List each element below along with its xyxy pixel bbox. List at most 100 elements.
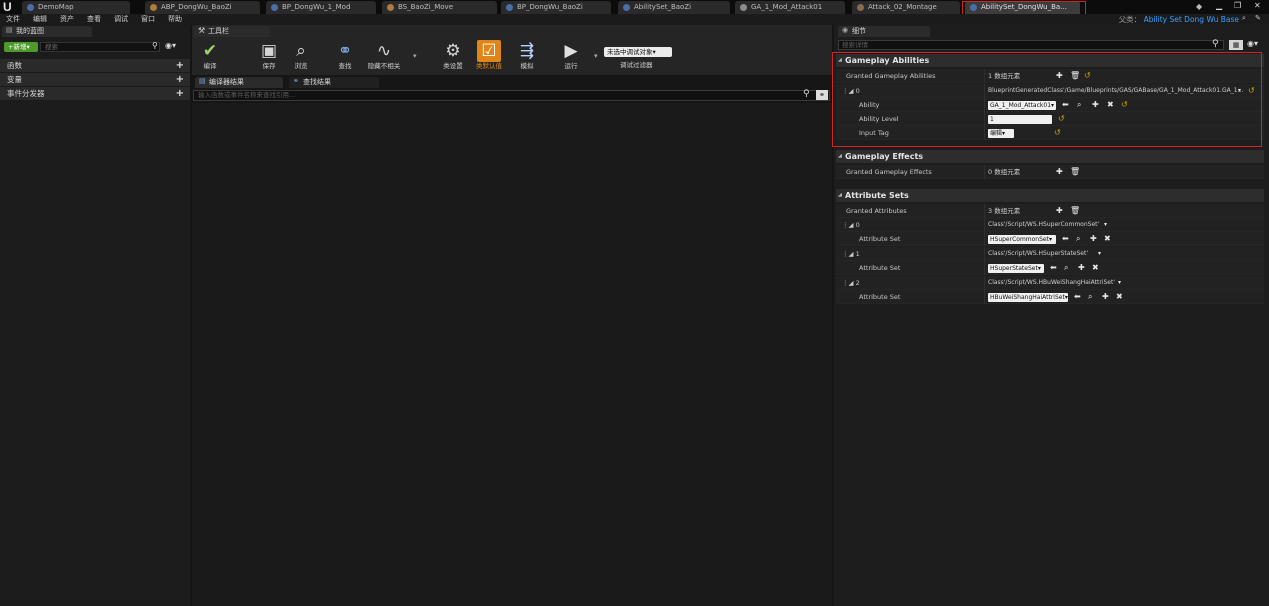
- add-function-icon[interactable]: +: [176, 59, 184, 72]
- blueprint-tab-icon: ▤: [6, 26, 13, 34]
- section-functions[interactable]: 函数 +: [0, 59, 190, 73]
- chevron-down-icon[interactable]: ▾: [1118, 277, 1121, 289]
- blendspace-icon: [387, 4, 394, 11]
- doc-tab[interactable]: Attack_02_Montage: [852, 1, 960, 14]
- menu-edit[interactable]: 编辑: [33, 14, 47, 25]
- add-variable-icon[interactable]: +: [176, 73, 184, 86]
- browse-button[interactable]: ⌕ 浏览: [284, 40, 318, 72]
- play-icon: ▶: [564, 41, 578, 61]
- debug-object-select[interactable]: 未选中调试对象▾: [604, 47, 672, 57]
- chevron-down-icon[interactable]: ▾: [1098, 248, 1101, 260]
- wrench-icon: ⚒: [198, 26, 206, 35]
- granted-effects-row: Granted Gameplay Effects 0 数组元素 ✚ 🗑: [836, 165, 1264, 179]
- use-selected-icon[interactable]: ⬅: [1074, 291, 1081, 303]
- map-icon: [27, 4, 34, 11]
- doc-tab[interactable]: BP_DongWu_1_Mod: [266, 1, 376, 14]
- browse-icon[interactable]: ⌕: [1242, 14, 1246, 23]
- find-results-tab[interactable]: ⚭ 查找结果: [289, 77, 379, 88]
- find-in-all-blueprints-icon[interactable]: ⚭: [816, 90, 828, 100]
- close-icon[interactable]: ✕: [1254, 1, 1261, 10]
- use-selected-icon[interactable]: ⬅: [1062, 233, 1069, 245]
- section-variables[interactable]: 变量 +: [0, 73, 190, 87]
- search-icon: ⚲: [1212, 39, 1219, 49]
- search-icon[interactable]: ⚲: [803, 89, 810, 99]
- class-settings-button[interactable]: ⚙ 类设置: [436, 40, 470, 72]
- add-new-button[interactable]: +新增▾: [4, 42, 38, 52]
- results-area: [192, 103, 832, 606]
- unreal-logo-icon[interactable]: U: [3, 0, 19, 14]
- compile-icon: ✔: [202, 41, 218, 61]
- browse-asset-icon[interactable]: ⌕: [1088, 291, 1092, 303]
- attribute-element-row: ⋮◢ 2 Class'/Script/WS.HBuWeiShangHaiAttr…: [836, 276, 1264, 290]
- attribute-set-select[interactable]: HSuperStateSet▾: [988, 264, 1044, 273]
- category-gameplay-effects[interactable]: Gameplay Effects: [836, 150, 1264, 163]
- new-asset-icon[interactable]: ✚: [1078, 262, 1085, 274]
- clear-icon[interactable]: ✖: [1116, 291, 1123, 303]
- results-tab-strip: [192, 76, 832, 89]
- attribute-set-select[interactable]: HSuperCommonSet▾: [988, 235, 1056, 244]
- chevron-down-icon[interactable]: ▾: [413, 52, 417, 60]
- category-attribute-sets[interactable]: Attribute Sets: [836, 189, 1264, 202]
- add-element-icon[interactable]: ✚: [1056, 166, 1063, 178]
- doc-tab[interactable]: GA_1_Mod_Attack01: [735, 1, 845, 14]
- my-blueprint-tab[interactable]: ▤ 我的蓝图: [2, 26, 92, 37]
- attribute-set-row: Attribute Set HBuWeiShangHaiAttriSet▾ ⬅ …: [836, 290, 1264, 304]
- section-event-dispatchers[interactable]: 事件分发器 +: [0, 87, 190, 101]
- use-selected-icon[interactable]: ⬅: [1050, 262, 1057, 274]
- hide-unrelated-icon: ∿: [376, 41, 392, 61]
- browse-magnifier-icon: ⌕: [296, 41, 306, 61]
- details-tab[interactable]: ◉ 细节: [838, 26, 930, 37]
- attribute-set-select[interactable]: HBuWeiShangHaiAttriSet▾: [988, 293, 1068, 302]
- class-defaults-icon: ☑: [477, 40, 501, 62]
- view-options-icon[interactable]: ◉▾: [165, 41, 176, 50]
- doc-tab[interactable]: DemoMap: [22, 1, 130, 14]
- menu-file[interactable]: 文件: [6, 14, 20, 25]
- chevron-down-icon[interactable]: ▾: [594, 52, 598, 60]
- play-button[interactable]: ▶ 运行: [554, 40, 588, 72]
- chevron-down-icon[interactable]: ▾: [1104, 219, 1107, 231]
- toolbar-tab[interactable]: ⚒ 工具栏: [194, 26, 270, 37]
- menu-debug[interactable]: 调试: [114, 14, 128, 25]
- user-icon[interactable]: ◆: [1196, 2, 1202, 11]
- save-button[interactable]: ▣ 保存: [252, 40, 286, 72]
- class-defaults-button[interactable]: ☑ 类默认值: [472, 40, 506, 72]
- debug-filter-label: 调试过滤器: [620, 61, 653, 69]
- doc-tab[interactable]: BP_DongWu_BaoZi: [501, 1, 611, 14]
- find-references-input[interactable]: 输入函数或事件名称来查找引用...: [193, 90, 830, 101]
- clear-array-icon[interactable]: 🗑: [1070, 205, 1080, 217]
- browse-asset-icon[interactable]: ⌕: [1064, 262, 1068, 274]
- details-search-input[interactable]: 搜索详情: [838, 40, 1224, 50]
- compiler-results-icon: ▤: [199, 77, 206, 85]
- clear-icon[interactable]: ✖: [1104, 233, 1111, 245]
- minimize-icon[interactable]: ▁: [1216, 1, 1222, 10]
- hide-unrelated-button[interactable]: ∿ 隐藏不相关: [366, 40, 402, 72]
- add-element-icon[interactable]: ✚: [1056, 205, 1063, 217]
- doc-tab[interactable]: AbilitySet_BaoZi: [618, 1, 730, 14]
- property-matrix-icon[interactable]: ▦: [1229, 40, 1243, 50]
- clear-icon[interactable]: ✖: [1092, 262, 1099, 274]
- edit-parent-icon[interactable]: ✎: [1255, 14, 1261, 22]
- simulate-icon: ⇶: [519, 41, 535, 61]
- parent-class-link[interactable]: Ability Set Dong Wu Base: [1144, 15, 1239, 24]
- menu-window[interactable]: 窗口: [141, 14, 155, 25]
- maximize-icon[interactable]: ❐: [1234, 1, 1241, 10]
- doc-tab[interactable]: ABP_DongWu_BaoZi: [145, 1, 260, 14]
- simulate-button[interactable]: ⇶ 模拟: [510, 40, 544, 72]
- view-options-icon[interactable]: ◉▾: [1247, 39, 1258, 48]
- blueprint-icon: [271, 4, 278, 11]
- granted-attributes-row: Granted Attributes 3 数组元素 ✚ 🗑: [836, 204, 1264, 218]
- find-button[interactable]: ⚭ 查找: [328, 40, 362, 72]
- blueprint-search-input[interactable]: 搜索: [40, 42, 160, 52]
- menu-asset[interactable]: 资产: [60, 14, 74, 25]
- add-dispatcher-icon[interactable]: +: [176, 87, 184, 100]
- save-icon: ▣: [260, 41, 278, 61]
- compile-button[interactable]: ✔ 编译: [193, 40, 227, 72]
- browse-asset-icon[interactable]: ⌕: [1076, 233, 1080, 245]
- new-asset-icon[interactable]: ✚: [1090, 233, 1097, 245]
- doc-tab[interactable]: BS_BaoZi_Move: [382, 1, 497, 14]
- new-asset-icon[interactable]: ✚: [1102, 291, 1109, 303]
- compiler-results-tab[interactable]: ▤ 编译器结果: [195, 77, 283, 88]
- menu-help[interactable]: 帮助: [168, 14, 182, 25]
- clear-array-icon[interactable]: 🗑: [1070, 166, 1080, 178]
- menu-view[interactable]: 查看: [87, 14, 101, 25]
